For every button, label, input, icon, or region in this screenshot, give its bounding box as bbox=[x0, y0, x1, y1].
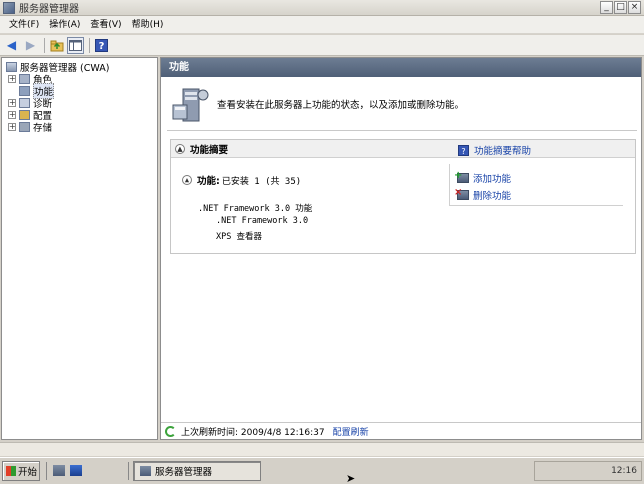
collapse-icon[interactable]: ▲ bbox=[175, 143, 185, 154]
configure-refresh-link[interactable]: 配置刷新 bbox=[333, 425, 369, 438]
mouse-cursor-icon: ➤ bbox=[346, 472, 356, 484]
refresh-status-bar: 上次刷新时间: 2009/4/8 12:16:37 配置刷新 bbox=[161, 422, 641, 439]
content-header: 功能 bbox=[161, 58, 641, 77]
tree-item-label: 存储 bbox=[33, 123, 53, 134]
summary-title: 功能摘要 bbox=[190, 144, 229, 156]
taskbar-item-label: 服务器管理器 bbox=[155, 467, 213, 478]
collapse-icon[interactable]: ▲ bbox=[182, 175, 192, 185]
configuration-icon bbox=[19, 110, 30, 120]
toolbar-separator bbox=[89, 37, 90, 53]
clock[interactable]: 12:16 bbox=[611, 466, 637, 476]
taskbar-separator bbox=[128, 462, 129, 480]
svg-text:?: ? bbox=[99, 41, 105, 52]
server-icon bbox=[6, 62, 17, 72]
expand-icon[interactable]: + bbox=[8, 99, 16, 107]
toolbar-separator bbox=[44, 37, 45, 53]
maximize-button[interactable]: □ bbox=[614, 1, 627, 14]
tree-item-storage[interactable]: + 存储 bbox=[8, 121, 53, 134]
server-manager-quicklaunch-icon[interactable] bbox=[53, 465, 65, 476]
close-button[interactable]: × bbox=[628, 1, 641, 14]
actions-panel: 添加功能 删除功能 bbox=[449, 164, 623, 206]
start-label: 开始 bbox=[18, 467, 38, 478]
taskbar-separator bbox=[46, 462, 47, 480]
remove-features-icon bbox=[454, 187, 469, 200]
installed-features-row: ▲ 功能: 已安装 1 (共 35) bbox=[182, 173, 301, 187]
features-large-icon bbox=[172, 88, 209, 122]
remove-features-link[interactable]: 删除功能 bbox=[454, 187, 512, 202]
navigation-tree: 服务器管理器 (CWA) + 角色 功能 + 诊断 + 配置 + 存储 bbox=[1, 57, 158, 440]
add-features-icon bbox=[454, 170, 469, 183]
window-title: 服务器管理器 bbox=[19, 4, 79, 15]
minimize-button[interactable]: _ bbox=[600, 1, 613, 14]
help-icon: ? bbox=[458, 144, 469, 156]
feature-item: .NET Framework 3.0 功能 bbox=[198, 204, 313, 214]
refresh-icon[interactable] bbox=[165, 425, 176, 437]
show-hide-tree-icon[interactable] bbox=[67, 36, 84, 54]
title-bar: 服务器管理器 _ □ × bbox=[0, 0, 644, 16]
server-manager-icon bbox=[3, 1, 15, 14]
powershell-icon[interactable] bbox=[70, 465, 82, 476]
feature-item: .NET Framework 3.0 bbox=[216, 216, 309, 226]
summary-help-link[interactable]: ? 功能摘要帮助 bbox=[458, 143, 531, 157]
window-controls: _ □ × bbox=[600, 1, 641, 14]
system-tray: 12:16 bbox=[534, 461, 642, 481]
features-icon bbox=[19, 86, 30, 96]
help-icon[interactable]: ? bbox=[93, 37, 110, 54]
tree-root[interactable]: 服务器管理器 (CWA) bbox=[6, 61, 109, 74]
expand-icon[interactable]: + bbox=[8, 123, 16, 131]
expand-icon[interactable]: + bbox=[8, 75, 16, 83]
summary-header: ▲ 功能摘要 ? 功能摘要帮助 bbox=[171, 140, 635, 158]
content-pane: 功能 查看安装在此服务器上功能的状态，以及添加或删除功能。 ▲ 功能摘要 ? 功… bbox=[160, 57, 642, 440]
status-bar bbox=[0, 442, 644, 456]
server-manager-icon bbox=[140, 466, 151, 476]
intro-text: 查看安装在此服务器上功能的状态，以及添加或删除功能。 bbox=[217, 100, 465, 111]
add-features-link[interactable]: 添加功能 bbox=[454, 170, 512, 185]
back-arrow-icon[interactable]: ◀ bbox=[3, 37, 20, 54]
diagnostics-icon bbox=[19, 98, 30, 108]
menu-action[interactable]: 操作(A) bbox=[44, 16, 85, 34]
toolbar: ◀ ▶ ? bbox=[0, 35, 644, 56]
features-summary-section: ▲ 功能摘要 ? 功能摘要帮助 ▲ 功能: 已安装 1 (共 35) .NET … bbox=[170, 139, 636, 254]
windows-logo-icon bbox=[6, 466, 16, 476]
up-folder-icon[interactable] bbox=[48, 37, 65, 54]
roles-icon bbox=[19, 74, 30, 84]
last-refresh-text: 上次刷新时间: 2009/4/8 12:16:37 bbox=[181, 427, 325, 438]
start-button[interactable]: 开始 bbox=[2, 461, 40, 481]
storage-icon bbox=[19, 122, 30, 132]
installed-count: 已安装 1 (共 35) bbox=[221, 176, 302, 187]
divider bbox=[167, 130, 637, 131]
menu-view[interactable]: 查看(V) bbox=[85, 16, 126, 34]
forward-arrow-icon[interactable]: ▶ bbox=[22, 37, 39, 54]
menu-file[interactable]: 文件(F) bbox=[4, 16, 44, 34]
add-features-label: 添加功能 bbox=[473, 174, 512, 185]
expand-icon[interactable]: + bbox=[8, 111, 16, 119]
remove-features-label: 删除功能 bbox=[473, 191, 512, 202]
taskbar-item-server-manager[interactable]: 服务器管理器 bbox=[133, 461, 261, 481]
menu-help[interactable]: 帮助(H) bbox=[127, 16, 169, 34]
installed-label: 功能: bbox=[197, 176, 220, 187]
feature-item: XPS 查看器 bbox=[216, 232, 262, 242]
menu-bar: 文件(F) 操作(A) 查看(V) 帮助(H) bbox=[0, 16, 644, 34]
taskbar: 开始 服务器管理器 12:16 bbox=[0, 457, 644, 484]
summary-help-label: 功能摘要帮助 bbox=[474, 146, 532, 157]
